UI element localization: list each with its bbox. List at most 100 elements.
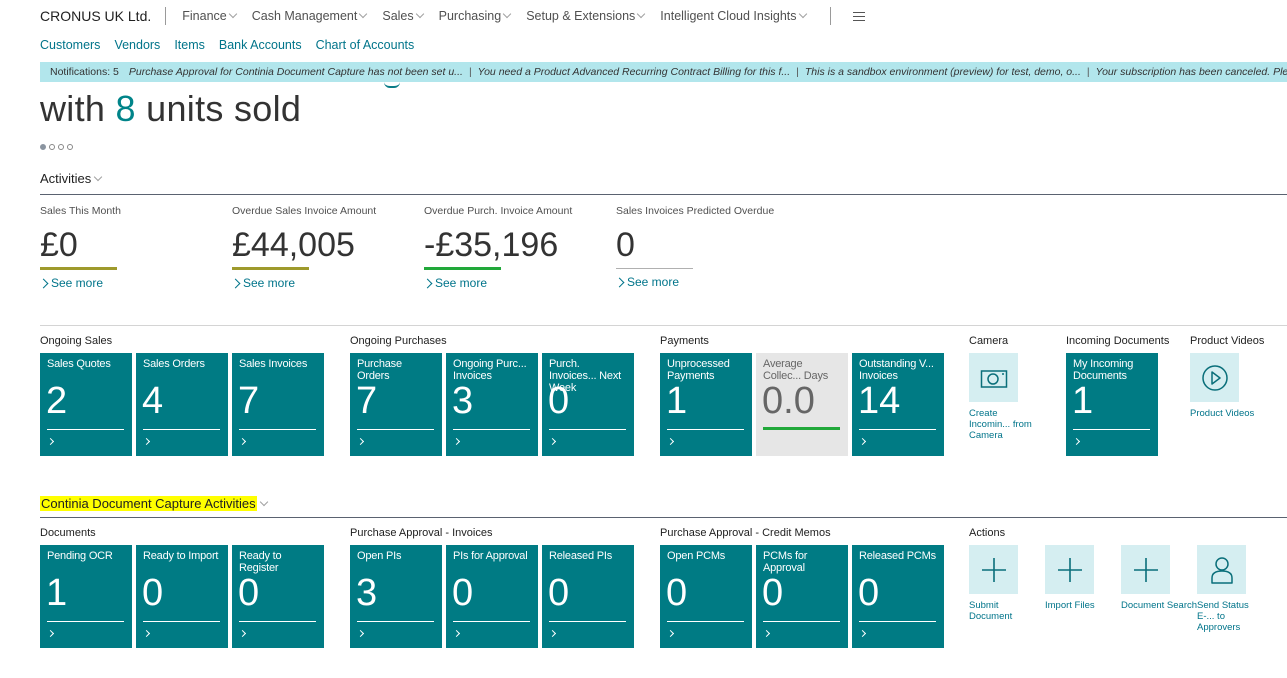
kpi-value[interactable]: £0 [40,225,200,265]
link-bank-accounts[interactable]: Bank Accounts [219,38,302,52]
group-documents: Documents Pending OCR 1 Ready to Import … [40,527,324,648]
see-more-link[interactable]: See more [230,276,392,290]
tile-pcms-for-approval[interactable]: PCMs for Approval 0 [756,545,848,648]
chevron-right-icon [666,437,675,446]
nav-divider [829,7,831,25]
nav-menu-sales[interactable]: Sales [382,9,424,23]
action-send-status-email-to-approvers[interactable]: Send Status E-... to Approvers [1197,545,1272,633]
notification-message[interactable]: Your subscription has been canceled. Ple… [1096,66,1287,78]
headline-previous-line-fragment [384,82,400,88]
kpi-status-bar [424,267,501,270]
tile-sales-invoices[interactable]: Sales Invoices 7 [232,353,324,456]
tile-average-collection-days[interactable]: Average Collec... Days 0.0 [756,353,848,456]
chevron-right-icon [142,437,151,446]
nav-menu-finance[interactable]: Finance [182,9,237,23]
action-label: Import Files [1045,600,1095,611]
notification-separator: | [1086,66,1090,78]
tile-divider [453,429,530,430]
kpi-status-bar [40,267,117,270]
see-more-link[interactable]: See more [422,276,584,290]
section-divider [40,517,1287,518]
action-create-incoming-from-camera[interactable]: Create Incomin... from Camera [969,353,1043,441]
tile-label: Outstanding V... Invoices [859,358,934,382]
see-more-link[interactable]: See more [38,276,200,290]
pager-dot[interactable] [40,144,46,150]
plus-icon [1133,557,1158,582]
action-icon-box [969,545,1018,594]
action-product-videos[interactable]: Product Videos [1190,353,1264,419]
nav-menu-setup-extensions[interactable]: Setup & Extensions [526,9,646,23]
plus-icon [981,557,1006,582]
tile-divider [667,429,744,430]
pager-dot[interactable] [67,144,73,150]
play-icon [1201,364,1228,391]
tile-purchase-orders[interactable]: Purchase Orders 7 [350,353,442,456]
activities-section-title[interactable]: Activities [40,171,103,186]
tile-purch-invoices-next-week[interactable]: Purch. Invoices... Next Week 0 [542,353,634,456]
tile-divider [763,621,840,622]
person-icon [1210,556,1233,584]
tile-released-pcms[interactable]: Released PCMs 0 [852,545,944,648]
tile-outstanding-vendor-invoices[interactable]: Outstanding V... Invoices 14 [852,353,944,456]
tile-open-pcms[interactable]: Open PCMs 0 [660,545,752,648]
nav-menu-cash-management[interactable]: Cash Management [252,9,368,23]
tile-pis-for-approval[interactable]: PIs for Approval 0 [446,545,538,648]
kpi-sales-invoices-predicted-overdue: Sales Invoices Predicted Overdue 0 See m… [614,205,776,289]
tile-open-pis[interactable]: Open PIs 3 [350,545,442,648]
company-name[interactable]: CRONUS UK Ltd. [40,8,151,24]
group-title: Payments [660,335,709,347]
notification-message[interactable]: This is a sandbox environment (preview) … [805,66,1081,78]
action-submit-document[interactable]: Submit Document [969,545,1044,633]
group-purchase-approval-credit-memos: Purchase Approval - Credit Memos Open PC… [660,527,944,648]
group-ongoing-purchases: Ongoing Purchases Purchase Orders 7 Ongo… [350,335,634,456]
tile-sales-orders[interactable]: Sales Orders 4 [136,353,228,456]
link-items[interactable]: Items [174,38,205,52]
notification-message[interactable]: Purchase Approval for Continia Document … [129,66,463,78]
tile-my-incoming-documents[interactable]: My Incoming Documents 1 [1066,353,1158,456]
section-title-text: Continia Document Capture Activities [40,496,257,511]
tile-value: 4 [142,380,164,422]
tile-label: Sales Invoices [239,358,308,370]
chevron-right-icon [230,278,241,288]
tile-label: PCMs for Approval [763,550,808,574]
action-document-search[interactable]: Document Search [1121,545,1198,633]
tile-divider [453,621,530,622]
tile-ongoing-purchase-invoices[interactable]: Ongoing Purc... Invoices 3 [446,353,538,456]
link-vendors[interactable]: Vendors [114,38,160,52]
action-label: Document Search [1121,600,1198,611]
tile-released-pis[interactable]: Released PIs 0 [542,545,634,648]
action-import-files[interactable]: Import Files [1045,545,1120,633]
see-more-link[interactable]: See more [614,275,776,289]
pager-dot[interactable] [49,144,55,150]
tile-label: Sales Quotes [47,358,111,370]
nav-menu-intelligent-cloud-insights[interactable]: Intelligent Cloud Insights [660,9,807,23]
nav-menu-purchasing[interactable]: Purchasing [439,9,512,23]
top-navigation: CRONUS UK Ltd. Finance Cash Management S… [0,0,1287,32]
tile-divider [549,429,626,430]
action-label: Submit Document [969,600,1013,622]
headline: with 8 units sold [40,88,301,130]
continia-section-title[interactable]: Continia Document Capture Activities [40,496,268,511]
tile-ready-to-register[interactable]: Ready to Register 0 [232,545,324,648]
tile-label: Ready to Import [143,550,219,562]
notification-count[interactable]: Notifications: 5 [50,66,119,78]
hamburger-menu-icon[interactable] [852,11,865,21]
chevron-down-icon [94,172,103,181]
tile-unprocessed-payments[interactable]: Unprocessed Payments 1 [660,353,752,456]
tile-ready-to-import[interactable]: Ready to Import 0 [136,545,228,648]
notification-message[interactable]: You need a Product Advanced Recurring Co… [478,66,790,78]
tile-pending-ocr[interactable]: Pending OCR 1 [40,545,132,648]
see-more-label: See more [243,276,296,290]
see-more-label: See more [627,275,680,289]
chevron-right-icon [858,437,867,446]
link-chart-of-accounts[interactable]: Chart of Accounts [316,38,415,52]
kpi-value[interactable]: -£35,196 [424,225,584,265]
tile-value: 2 [46,380,68,422]
pager-dot[interactable] [58,144,64,150]
kpi-value[interactable]: 0 [616,225,776,265]
tile-sales-quotes[interactable]: Sales Quotes 2 [40,353,132,456]
kpi-value[interactable]: £44,005 [232,225,392,265]
link-customers[interactable]: Customers [40,38,100,52]
tile-value: 0 [548,380,570,422]
notification-separator: | [468,66,472,78]
